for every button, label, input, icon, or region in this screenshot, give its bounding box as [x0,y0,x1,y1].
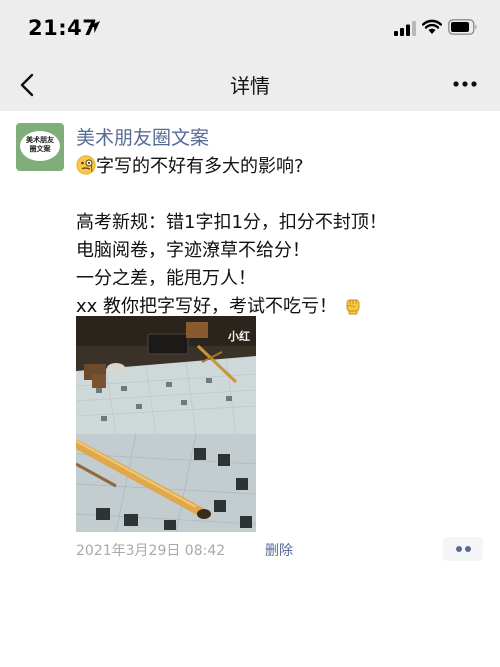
delete-button[interactable]: 删除 [265,540,293,560]
comment-menu-button[interactable] [443,537,483,561]
location-arrow-icon [88,21,100,33]
photo-watermark: 小红 [228,330,250,343]
post-body: 字写的不好有多大的影响? 高考新规：错1字扣1分，扣分不封顶！ 电脑阅卷，字迹潦… [76,153,486,321]
avatar-label-line2: 圈文案 [29,145,51,153]
battery-icon [448,19,477,35]
brush-closeup-image [76,434,256,532]
cellular-signal-icon [394,21,416,36]
face-with-monocle-emoji [76,155,96,175]
status-bar: 21:47 [0,0,500,58]
post-author-name[interactable]: 美术朋友圈文案 [76,123,209,150]
wifi-icon [422,19,442,34]
post-line-5-text: xx 教你把字写好，考试不吃亏！ [76,296,338,317]
nav-bar: 详情 [0,58,500,111]
post-line-3: 电脑阅卷，字迹潦草不给分！ [76,240,310,261]
dot-right [465,546,471,552]
post-timestamp: 2021年3月29日 08:42 [76,543,226,559]
post-line-2: 高考新规：错1字扣1分，扣分不封顶！ [76,212,387,233]
page-title: 详情 [230,74,270,98]
avatar-label: 美术朋友 圈文案 [16,136,64,154]
post-line-4: 一分之差，能甩万人！ [76,268,256,289]
post-line-1-text: 字写的不好有多大的影响? [96,156,304,177]
dot-left [456,546,462,552]
post-blank-line [76,181,486,209]
post-photo[interactable]: 小红 [76,316,256,532]
raised-fist-emoji [346,299,360,315]
avatar-label-line1: 美术朋友 [26,136,54,144]
post-line-1: 字写的不好有多大的影响? [76,153,486,181]
avatar[interactable]: 美术朋友 圈文案 [16,123,64,171]
top-bar: 21:47 详情 [0,0,500,111]
more-dots-icon[interactable] [452,78,478,90]
